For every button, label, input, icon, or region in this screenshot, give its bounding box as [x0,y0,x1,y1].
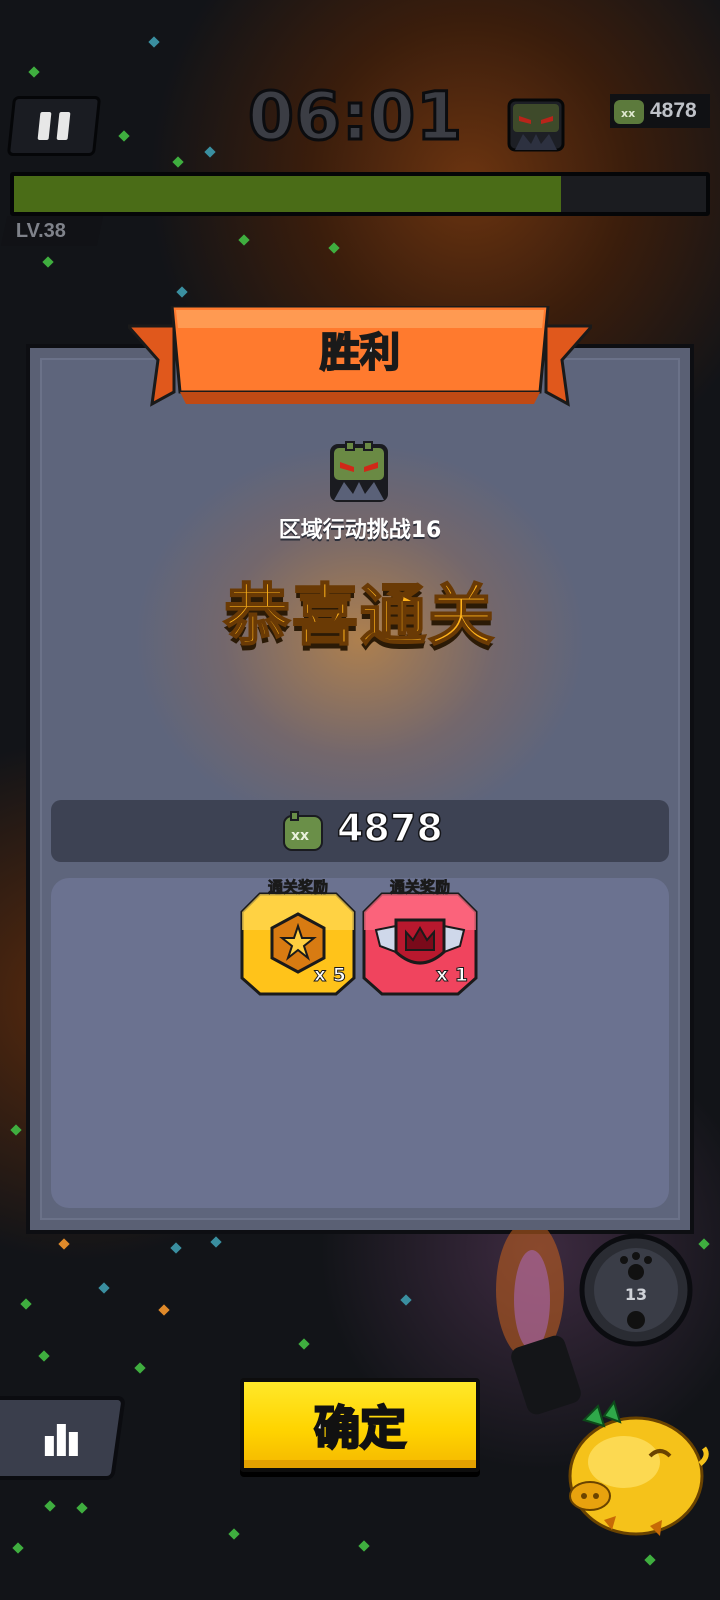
boss-indicator-icon [507,98,565,152]
kill-counter: xx 4878 [610,94,710,128]
reward-item-star[interactable]: 通关奖励 x 5 [240,876,356,996]
zombie-kill-icon: xx [283,811,323,851]
boss-head-icon [330,441,388,502]
rewards-area [51,878,669,1208]
victory-message: 恭喜通关 [223,576,496,655]
skill-charge-count: 13 [625,1285,647,1304]
bar-chart-icon [44,1424,78,1456]
experience-bar-fill [14,176,561,212]
reward-quantity: x 1 [435,964,468,987]
kill-counter-value: 4878 [650,99,697,122]
stage-name: 区域行动挑战16 [278,518,442,543]
experience-bar [10,172,710,216]
reward-label: 通关奖励 [267,878,329,897]
golden-pig-icon[interactable] [554,1396,714,1546]
reward-quantity: x 5 [313,964,346,987]
pause-button[interactable] [6,96,102,156]
player-level: LV.38 [0,216,104,246]
stats-button[interactable] [0,1396,126,1480]
zombie-kill-icon: xx [614,100,644,124]
player-level-label: LV.38 [16,219,67,242]
victory-banner: 胜利 [128,306,592,416]
game-timer: 06:01 [247,77,464,157]
kills-summary-value: 4878 [336,805,443,851]
svg-text:xx: xx [291,828,309,844]
banner-title: 胜利 [319,329,401,377]
kills-summary: xx 4878 [51,800,669,862]
confirm-button[interactable]: 确定 [240,1378,480,1472]
skill-cooldown-wheel[interactable]: 13 [578,1232,694,1348]
svg-text:xx: xx [621,107,635,120]
reward-item-crown[interactable]: 通关奖励 x 1 [362,876,478,996]
reward-label: 通关奖励 [389,878,451,897]
confirm-button-label: 确定 [313,1400,408,1457]
pause-icon [37,112,52,140]
